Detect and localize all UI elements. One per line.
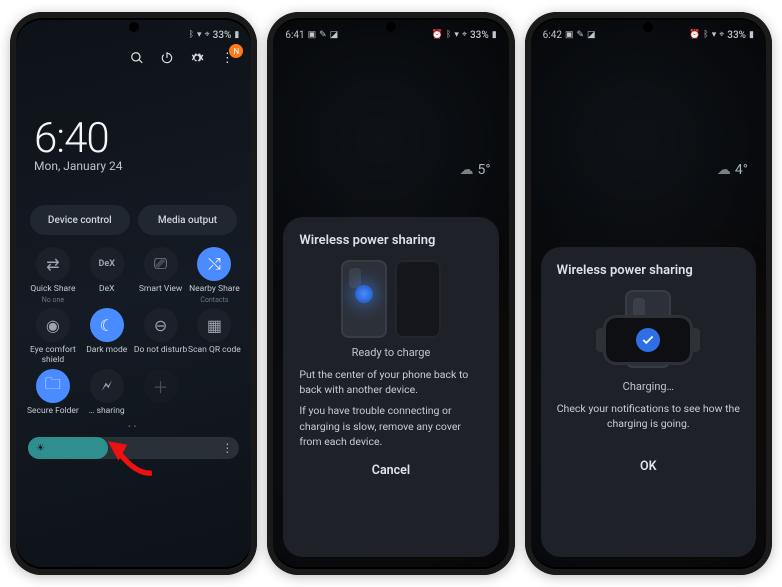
tile-nearby-share[interactable]: ⤭ Nearby Share Contacts bbox=[187, 247, 241, 304]
camera-notch bbox=[643, 22, 653, 32]
sun-icon: ☀ bbox=[36, 443, 45, 454]
weather-widget[interactable]: ☁ 5° bbox=[273, 162, 508, 178]
power-share-sheet: Wireless power sharing Charging… Check y… bbox=[541, 247, 756, 557]
charge-glow-icon bbox=[355, 285, 373, 303]
screenshot-icon: ▣ bbox=[565, 30, 574, 40]
check-icon bbox=[636, 328, 660, 352]
moon-icon: ☾ bbox=[100, 316, 114, 335]
sheet-body-1: Put the center of your phone back to bac… bbox=[299, 367, 482, 397]
battery-icon: ▮ bbox=[234, 30, 239, 40]
dex-icon: DeX bbox=[99, 259, 115, 269]
wifi-icon: ▾ bbox=[454, 30, 459, 40]
panel-clock-date: Mon, January 24 bbox=[34, 159, 251, 173]
share-icon: ⇄ bbox=[46, 255, 59, 274]
weather-temp: 4° bbox=[735, 162, 748, 178]
cancel-button[interactable]: Cancel bbox=[299, 449, 482, 478]
weather-temp: 5° bbox=[478, 162, 491, 178]
battery-icon: ▮ bbox=[749, 30, 754, 40]
tile-dark-mode[interactable]: ☾ Dark mode bbox=[80, 308, 134, 365]
phone-frame-2: 6:41 ▣ ✎ ◪ ⏰ ᛒ ▾ ⌖ 33% ▮ ☁ 5° Wireless p… bbox=[267, 12, 514, 575]
tile-add[interactable]: ＋ bbox=[134, 369, 188, 416]
tile-eye-comfort[interactable]: ◉ Eye comfort shield bbox=[26, 308, 80, 365]
bluetooth-icon: ᛒ bbox=[703, 30, 708, 40]
tile-scan-qr[interactable]: ▦ Scan QR code bbox=[187, 308, 241, 365]
cloud-icon: ☁ bbox=[460, 162, 474, 178]
tile-smart-view[interactable]: ⎚ Smart View bbox=[134, 247, 188, 304]
sim-icon: ◪ bbox=[587, 30, 596, 40]
search-icon[interactable] bbox=[129, 50, 145, 66]
power-icon[interactable] bbox=[159, 50, 175, 66]
weather-widget[interactable]: ☁ 4° bbox=[531, 162, 766, 178]
panel-clock-time: 6:40 bbox=[34, 114, 251, 163]
wifi-icon: ▾ bbox=[712, 30, 717, 40]
media-output-chip[interactable]: Media output bbox=[138, 205, 238, 235]
screen-charging: 6:42 ▣ ✎ ◪ ⏰ ᛒ ▾ ⌖ 33% ▮ ☁ 4° Wireless p… bbox=[531, 20, 766, 567]
cast-icon: ⎚ bbox=[154, 254, 167, 274]
wifi-icon: ▾ bbox=[197, 30, 202, 40]
status-time: 6:41 bbox=[285, 30, 304, 41]
alarm-icon: ⏰ bbox=[689, 30, 700, 40]
nearby-icon: ⤭ bbox=[208, 254, 221, 274]
power-share-sheet: Wireless power sharing Ready to charge P… bbox=[283, 217, 498, 557]
tile-secure-folder[interactable]: 🗀 Secure Folder bbox=[26, 369, 80, 416]
phone-frame-1: ᛒ ▾ ⌖ 33% ▮ ⋮ N 6:40 Mon, January 24 Dev… bbox=[10, 12, 257, 575]
folder-icon: 🗀 bbox=[45, 373, 61, 400]
sheet-status: Charging… bbox=[557, 380, 740, 393]
bluetooth-icon: ᛒ bbox=[446, 30, 451, 40]
charging-diagram bbox=[588, 290, 708, 370]
phone-frame-3: 6:42 ▣ ✎ ◪ ⏰ ᛒ ▾ ⌖ 33% ▮ ☁ 4° Wireless p… bbox=[525, 12, 772, 575]
sheet-status: Ready to charge bbox=[299, 346, 482, 359]
camera-notch bbox=[386, 22, 396, 32]
placement-diagram bbox=[299, 260, 482, 338]
brightness-more-icon[interactable]: ⋮ bbox=[221, 441, 233, 455]
battery-icon: ▮ bbox=[492, 30, 497, 40]
location-icon: ⌖ bbox=[205, 30, 210, 40]
panel-header-actions: ⋮ N bbox=[16, 42, 251, 70]
diagram-watch bbox=[606, 318, 690, 362]
tile-quick-share[interactable]: ⇄ Quick Share No one bbox=[26, 247, 80, 304]
location-icon: ⌖ bbox=[462, 30, 467, 40]
sheet-body-2: If you have trouble connecting or chargi… bbox=[299, 403, 482, 449]
cloud-icon: ☁ bbox=[717, 162, 731, 178]
sim-icon: ◪ bbox=[330, 30, 339, 40]
diagram-phone-source bbox=[341, 260, 387, 338]
screen-ready-to-charge: 6:41 ▣ ✎ ◪ ⏰ ᛒ ▾ ⌖ 33% ▮ ☁ 5° Wireless p… bbox=[273, 20, 508, 567]
sheet-title: Wireless power sharing bbox=[557, 263, 740, 278]
screen-quick-panel: ᛒ ▾ ⌖ 33% ▮ ⋮ N 6:40 Mon, January 24 Dev… bbox=[16, 20, 251, 567]
qr-icon: ▦ bbox=[207, 316, 222, 335]
tile-do-not-disturb[interactable]: ⊖ Do not disturb bbox=[134, 308, 188, 365]
ok-button[interactable]: OK bbox=[557, 431, 740, 474]
tile-dex[interactable]: DeX DeX bbox=[80, 247, 134, 304]
battery-percent: 33% bbox=[213, 30, 232, 41]
status-time: 6:42 bbox=[543, 30, 562, 41]
notification-badge: N bbox=[229, 44, 243, 58]
battery-percent: 33% bbox=[727, 30, 746, 41]
location-icon: ⌖ bbox=[719, 30, 724, 40]
tile-power-sharing[interactable]: 🗲 … sharing bbox=[80, 369, 134, 416]
screenshot-icon: ▣ bbox=[308, 30, 317, 40]
device-control-chip[interactable]: Device control bbox=[30, 205, 130, 235]
quick-tiles-grid: ⇄ Quick Share No one DeX DeX ⎚ Smart Vie… bbox=[16, 243, 251, 416]
edit-icon: ✎ bbox=[576, 30, 584, 40]
bluetooth-icon: ᛒ bbox=[189, 30, 194, 40]
sheet-title: Wireless power sharing bbox=[299, 233, 482, 248]
settings-icon[interactable] bbox=[189, 50, 205, 66]
edit-icon: ✎ bbox=[319, 30, 327, 40]
battery-share-icon: 🗲 bbox=[101, 376, 112, 396]
plus-icon: ＋ bbox=[153, 374, 169, 398]
eye-icon: ◉ bbox=[46, 316, 60, 335]
diagram-phone-target bbox=[395, 260, 441, 338]
page-indicator: •• bbox=[16, 416, 251, 433]
camera-notch bbox=[129, 22, 139, 32]
battery-percent: 33% bbox=[470, 30, 489, 41]
dnd-icon: ⊖ bbox=[154, 316, 167, 335]
sheet-body: Check your notifications to see how the … bbox=[557, 401, 740, 431]
alarm-icon: ⏰ bbox=[432, 30, 443, 40]
brightness-slider[interactable]: ☀ ⋮ bbox=[28, 437, 239, 459]
